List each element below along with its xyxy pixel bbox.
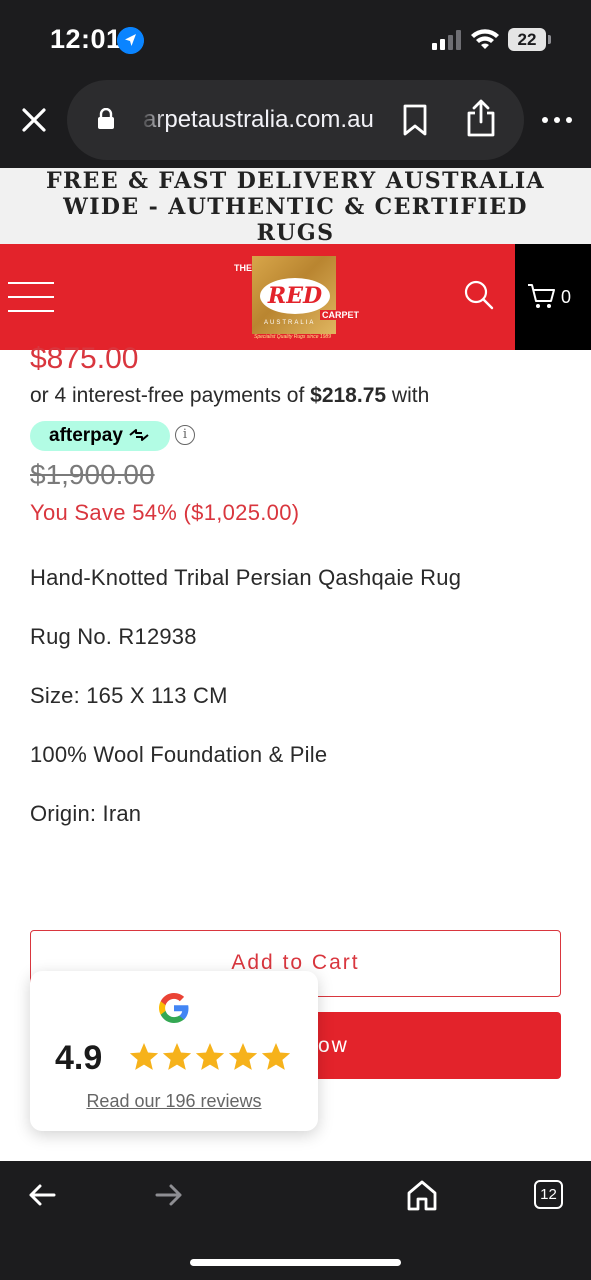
cart-count: 0 <box>561 287 572 307</box>
hamburger-menu-icon[interactable] <box>8 282 54 314</box>
google-reviews-widget[interactable]: 4.9 Read our 196 reviews <box>30 971 318 1131</box>
afterpay-label: afterpay <box>49 425 123 446</box>
share-icon[interactable] <box>465 98 497 138</box>
promo-banner: FREE & FAST DELIVERY AUSTRALIA WIDE - AU… <box>0 168 591 246</box>
product-price: $875.00 <box>30 342 139 375</box>
status-bar: 12:01 22 <box>0 0 591 80</box>
wifi-icon <box>471 29 499 49</box>
logo-the-text: THE <box>234 263 252 273</box>
site-logo[interactable]: THE RED CARPET AUSTRALIA Specialist Qual… <box>234 254 362 346</box>
afterpay-badge[interactable]: afterpay <box>30 421 170 451</box>
star-icon <box>129 1043 159 1070</box>
browser-toolbar: 12 <box>0 1161 591 1280</box>
url-text: carpetaustralia.com.au <box>143 106 374 133</box>
rug-size: Size: 165 X 113 CM <box>30 683 228 708</box>
back-arrow-icon[interactable] <box>28 1181 56 1209</box>
close-icon[interactable] <box>18 104 50 136</box>
rug-material: 100% Wool Foundation & Pile <box>30 742 328 767</box>
star-icon <box>261 1043 291 1070</box>
battery-tip <box>548 35 551 44</box>
more-options-icon[interactable] <box>540 110 574 130</box>
rating-value: 4.9 <box>55 1039 103 1077</box>
installments-prefix: or 4 interest-free payments of <box>30 384 311 407</box>
logo-australia-text: AUSTRALIA <box>264 320 316 326</box>
logo-carpet-text: CARPET <box>320 310 362 320</box>
compare-at-price: $1,900.00 <box>30 459 155 490</box>
browser-url-bar: carpetaustralia.com.au <box>0 80 591 168</box>
star-icon <box>162 1043 192 1070</box>
installments-text: or 4 interest-free payments of $218.75 w… <box>30 384 429 408</box>
lock-icon <box>98 108 114 129</box>
tabs-button[interactable]: 12 <box>534 1180 563 1209</box>
cellular-signal-icon <box>432 30 461 50</box>
info-icon[interactable]: i <box>175 425 195 445</box>
star-icon <box>195 1043 225 1070</box>
installments-suffix: with <box>386 384 430 407</box>
google-logo-icon <box>159 993 189 1023</box>
afterpay-arrows-icon <box>129 429 149 441</box>
battery-indicator: 22 <box>508 28 546 51</box>
cart-icon <box>528 284 555 308</box>
url-fade <box>139 100 167 140</box>
search-icon[interactable] <box>464 280 494 312</box>
logo-red-text: RED <box>260 278 330 314</box>
product-title: Hand-Knotted Tribal Persian Qashqaie Rug <box>30 565 462 590</box>
star-icon <box>228 1043 258 1070</box>
home-indicator <box>190 1259 401 1266</box>
address-field[interactable]: carpetaustralia.com.au <box>67 80 524 160</box>
read-reviews-link[interactable]: Read our 196 reviews <box>30 1091 318 1112</box>
buy-now-label: ow <box>318 1034 349 1057</box>
location-arrow-icon <box>117 27 144 54</box>
star-rating <box>128 1041 293 1075</box>
savings-text: You Save 54% ($1,025.00) <box>30 500 300 525</box>
logo-tagline: Specialist Quality Rugs since 1989 <box>254 334 331 340</box>
status-time: 12:01 <box>50 24 122 54</box>
rug-number: Rug No. R12938 <box>30 624 197 649</box>
installment-amount: $218.75 <box>310 384 387 407</box>
rug-origin: Origin: Iran <box>30 801 142 826</box>
forward-arrow-icon[interactable] <box>155 1181 183 1209</box>
home-icon[interactable] <box>406 1179 438 1211</box>
site-header: THE RED CARPET AUSTRALIA Specialist Qual… <box>0 244 515 350</box>
cart-button[interactable]: 0 <box>515 244 591 350</box>
bookmark-icon[interactable] <box>402 104 428 136</box>
